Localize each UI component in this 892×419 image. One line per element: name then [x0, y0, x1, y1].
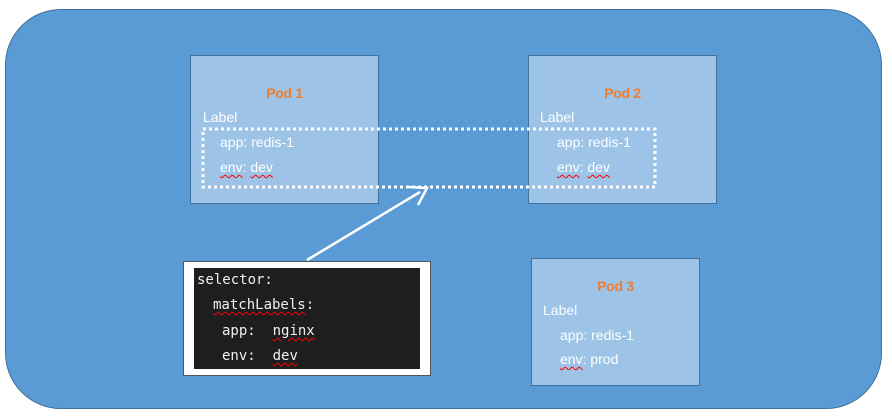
selector-app-key: app	[222, 323, 248, 339]
selector-code-block: selector: matchLabels: app: nginx env: d…	[194, 268, 420, 369]
selector-line-env: env: dev	[222, 348, 298, 364]
selector-match-labels-key: matchLabels	[213, 297, 306, 313]
selection-overlay	[201, 127, 657, 262]
selector-env-value: dev	[272, 348, 298, 364]
selector-arrow-shaft	[306, 190, 421, 262]
selector-env-key: env	[222, 348, 248, 364]
label-match-dotted-outline	[201, 127, 657, 189]
selector-app-value: nginx	[272, 323, 315, 339]
selector-match-labels-colon: :	[305, 297, 315, 313]
selector-line-app: app: nginx	[222, 323, 315, 339]
selector-line-match-labels: matchLabels:	[213, 297, 314, 313]
selector-arrow-head-icon	[407, 185, 430, 206]
selector-code-frame: selector: matchLabels: app: nginx env: d…	[183, 261, 431, 376]
selector-line-selector: selector:	[197, 272, 273, 288]
